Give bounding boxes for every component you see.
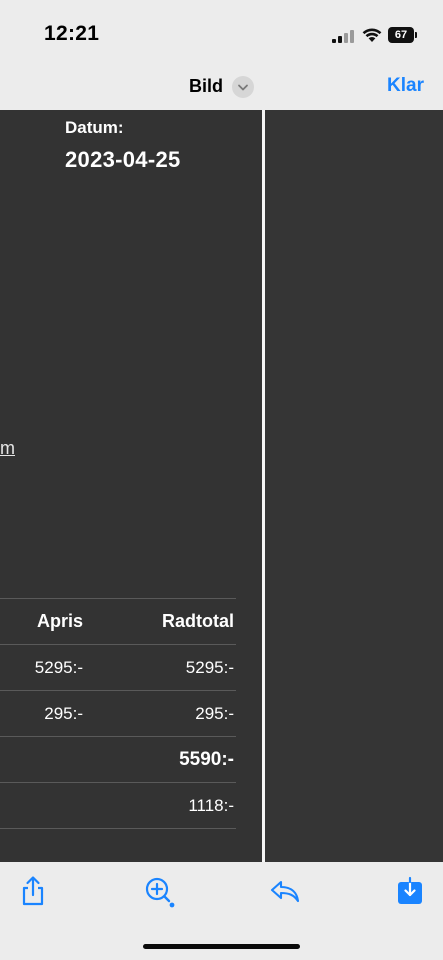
table-rule <box>0 644 236 645</box>
vat-value: 1118:- <box>188 796 234 815</box>
markup-icon[interactable] <box>142 874 176 908</box>
date-value: 2023-04-25 <box>65 147 181 172</box>
save-icon[interactable] <box>393 874 427 908</box>
table-rule <box>0 736 236 737</box>
table-rule <box>0 690 236 691</box>
done-button[interactable]: Klar <box>387 75 424 97</box>
wifi-icon <box>362 28 382 42</box>
column-header-apris: Apris <box>37 611 84 631</box>
reply-icon[interactable] <box>268 874 302 908</box>
status-time: 12:21 <box>44 22 100 45</box>
document-page: Datum: 2023-04-25 m Apris Radtotal 5295:… <box>0 110 262 862</box>
table-cell-radtotal: 5295:- <box>185 658 234 677</box>
nav-title[interactable]: Bild <box>189 76 223 97</box>
table-rule <box>0 598 236 599</box>
battery-level: 67 <box>394 29 408 41</box>
title-menu-button[interactable] <box>232 76 254 98</box>
table-cell-apris: 295:- <box>44 704 83 723</box>
table-rule <box>0 782 236 783</box>
battery-icon: 67 <box>388 27 417 43</box>
subtotal-value: 5590:- <box>179 749 234 770</box>
table-rule <box>0 828 236 829</box>
image-viewer[interactable]: Datum: 2023-04-25 m Apris Radtotal 5295:… <box>0 110 443 862</box>
cellular-signal-icon <box>332 30 354 43</box>
table-cell-apris: 5295:- <box>34 658 83 677</box>
status-bar: 12:21 67 <box>0 0 443 62</box>
column-header-radtotal: Radtotal <box>162 611 234 631</box>
document-page-adjacent <box>265 110 443 862</box>
link-fragment[interactable]: m <box>0 438 15 459</box>
home-indicator <box>143 944 300 949</box>
date-label: Datum: <box>65 118 124 137</box>
chevron-down-icon <box>238 84 248 91</box>
share-icon[interactable] <box>16 874 50 908</box>
nav-bar: Bild Klar <box>0 62 443 110</box>
table-cell-radtotal: 295:- <box>195 704 234 723</box>
